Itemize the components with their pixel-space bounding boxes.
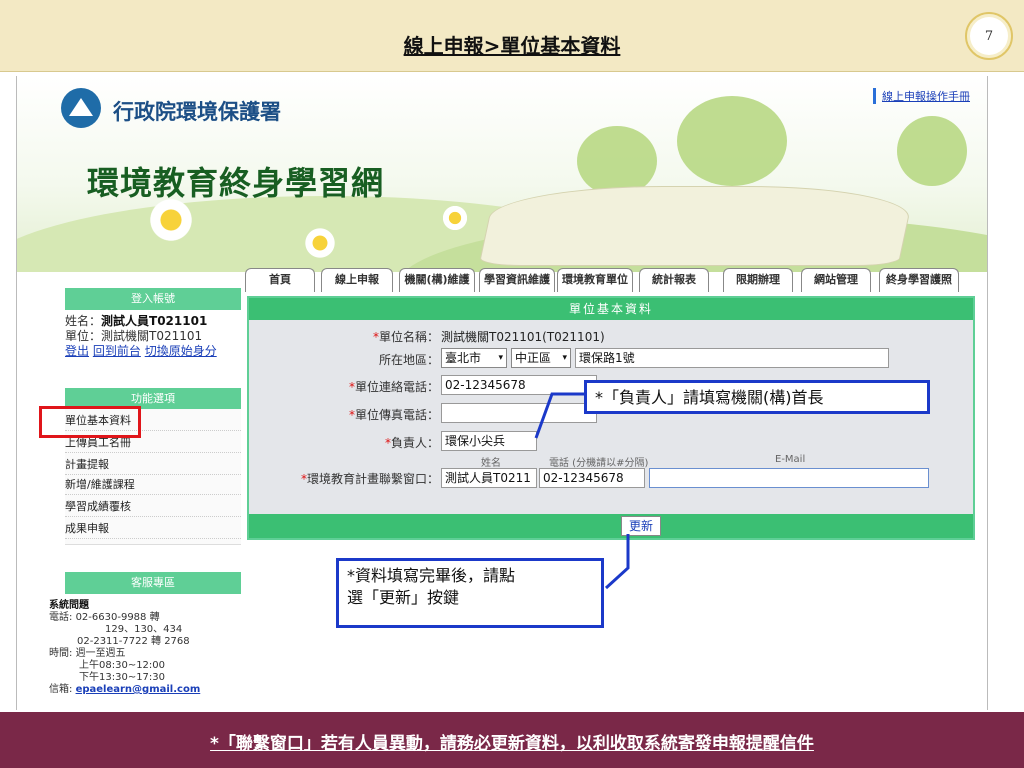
bottom-note: *「聯繫窗口」若有人員異動，請務必更新資料，以利收取系統寄發申報提醒信件	[210, 734, 814, 754]
head-callout: *「負責人」請填寫機關(構)首長	[584, 380, 930, 414]
update-callout-connector	[604, 534, 630, 590]
update-callout-line1: *資料填寫完畢後，請點	[347, 566, 516, 585]
update-callout: *資料填寫完畢後，請點 選「更新」按鍵	[336, 558, 604, 628]
head-callout-connector	[534, 392, 584, 439]
update-callout-line2: 選「更新」按鍵	[347, 588, 460, 607]
